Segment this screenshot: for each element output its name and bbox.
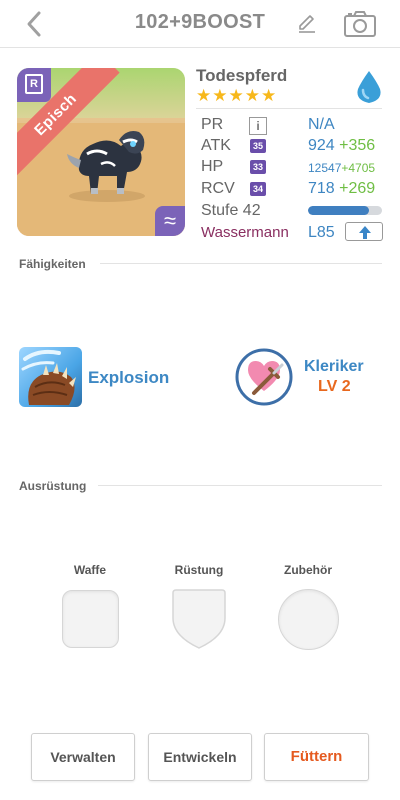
camera-icon[interactable] — [343, 10, 377, 38]
monster-name: Todespferd — [196, 66, 288, 85]
leader-skill-level: LV 2 — [318, 378, 351, 395]
stat-bonus-rcv: +269 — [339, 180, 376, 197]
stat-label-hp: HP — [201, 158, 224, 175]
name-divider — [196, 108, 382, 109]
stat-base-rcv: 718 — [308, 180, 335, 197]
monster-figure — [67, 131, 145, 202]
stat-label-atk: ATK — [201, 137, 231, 154]
stat-base-atk: 924 — [308, 137, 335, 154]
section-title-equipment: Ausrüstung — [19, 479, 87, 493]
monster-portrait[interactable]: Episch R ≈ — [17, 68, 185, 236]
stat-value-atk: 924 +356 — [308, 137, 375, 155]
star-rating: ★★★★★ — [196, 86, 278, 105]
stat-label-pr: PR — [201, 116, 224, 133]
rank-badge: R — [17, 68, 51, 102]
pencil-icon[interactable] — [296, 12, 318, 34]
stat-level-rcv: 34 — [250, 182, 266, 196]
claw-icon — [21, 349, 76, 405]
stat-base-hp: 12547 — [308, 161, 342, 175]
armor-slot[interactable] — [170, 588, 228, 650]
feed-button[interactable]: Füttern — [264, 733, 369, 781]
arrow-up-icon — [359, 226, 371, 239]
weapon-label: Waffe — [73, 563, 107, 577]
page-title: 102+9BOOST — [134, 11, 266, 33]
section-divider-equipment — [98, 485, 382, 486]
section-title-skills: Fähigkeiten — [19, 257, 86, 271]
section-divider-skills — [100, 263, 382, 264]
weapon-slot[interactable] — [62, 590, 119, 648]
exp-progress-bar — [308, 206, 382, 215]
info-icon[interactable]: i — [249, 117, 267, 135]
heart-sword-icon[interactable] — [234, 347, 294, 407]
stat-bonus-hp: +4705 — [341, 161, 376, 175]
chevron-left-icon[interactable] — [20, 9, 50, 39]
sign-level: L85 — [308, 224, 335, 241]
stat-label-rcv: RCV — [201, 180, 235, 197]
stat-level-hp: 33 — [250, 160, 266, 174]
explosion-skill-icon[interactable] — [19, 347, 82, 407]
level-up-button[interactable] — [345, 222, 383, 241]
stat-value-hp: 12547+4705 — [308, 161, 375, 175]
top-bar: 102+9BOOST — [0, 0, 400, 48]
stat-bonus-atk: +356 — [339, 137, 376, 154]
level-label: Stufe 42 — [201, 202, 261, 219]
accessory-slot[interactable] — [278, 589, 339, 650]
stat-value-rcv: 718 +269 — [308, 180, 375, 198]
sign-label: Wassermann — [201, 224, 289, 241]
stat-level-atk: 35 — [250, 139, 266, 153]
active-skill-name[interactable]: Explosion — [88, 368, 169, 388]
exp-progress-fill — [308, 206, 369, 215]
leader-skill-name[interactable]: Kleriker — [304, 358, 364, 376]
accessory-label: Zubehör — [284, 563, 332, 577]
water-drop-icon — [357, 71, 381, 103]
armor-label: Rüstung — [174, 563, 224, 577]
stat-value-pr: N/A — [308, 116, 335, 133]
evolve-button[interactable]: Entwickeln — [148, 733, 252, 781]
manage-button[interactable]: Verwalten — [31, 733, 135, 781]
wave-icon: ≈ — [155, 206, 185, 236]
rank-letter: R — [25, 74, 43, 94]
